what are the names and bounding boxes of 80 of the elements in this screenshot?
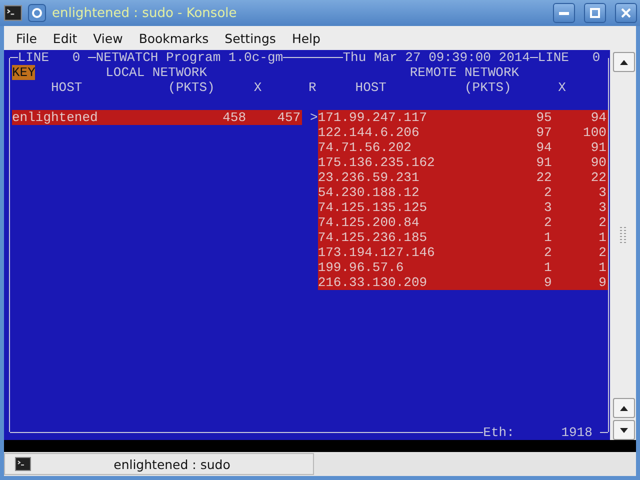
host-name: 74.125.135.125 bbox=[318, 200, 428, 215]
session-tab[interactable]: enlightened : sudo bbox=[4, 453, 314, 475]
cursor-marker: > bbox=[310, 110, 318, 125]
menu-item[interactable]: Help bbox=[284, 30, 328, 46]
packet-count: 2 bbox=[543, 185, 552, 200]
scroll-up-button[interactable] bbox=[613, 52, 636, 72]
host-name: 54.230.188.12 bbox=[318, 185, 420, 200]
packet-count: 95 bbox=[535, 110, 552, 125]
x-count: 1 bbox=[598, 260, 606, 275]
host-name: 74.125.200.84 bbox=[318, 215, 420, 230]
host-name: 23.236.59.231 bbox=[318, 170, 420, 185]
host-name: 74.125.236.185 bbox=[318, 230, 428, 245]
host-name: 216.33.130.209 bbox=[318, 275, 428, 290]
column-header: (PKTS) bbox=[168, 80, 215, 95]
line-label: LINE 0 bbox=[18, 50, 80, 65]
packet-count: 94 bbox=[535, 140, 552, 155]
close-icon bbox=[621, 8, 631, 18]
x-count: 457 bbox=[276, 110, 301, 125]
x-count: 3 bbox=[598, 185, 606, 200]
terminal-icon bbox=[4, 5, 22, 21]
pin-icon[interactable] bbox=[28, 4, 46, 22]
x-count: 2 bbox=[598, 245, 606, 260]
scroll-down-button[interactable] bbox=[613, 420, 636, 440]
scrollbar[interactable] bbox=[612, 50, 636, 440]
host-name: 171.99.247.117 bbox=[318, 110, 428, 125]
key-label: KEY bbox=[12, 65, 36, 80]
packet-count: 458 bbox=[222, 110, 246, 125]
menu-item[interactable]: File bbox=[8, 30, 45, 46]
terminal-icon bbox=[15, 457, 31, 471]
window-title: enlightened : sudo - Konsole bbox=[52, 6, 238, 20]
column-header: (PKTS) bbox=[464, 80, 512, 95]
packet-count: 22 bbox=[535, 170, 552, 185]
column-header: X bbox=[254, 80, 262, 95]
packet-count: 2 bbox=[543, 245, 552, 260]
scroll-up-button[interactable] bbox=[613, 398, 636, 418]
up-arrow-icon bbox=[620, 406, 628, 410]
line-label: LINE 0 bbox=[538, 50, 600, 65]
host-name: enlightened bbox=[12, 110, 99, 125]
maximize-button[interactable] bbox=[584, 3, 606, 23]
x-count: 90 bbox=[590, 155, 606, 170]
column-header: R bbox=[308, 80, 316, 95]
footer-label: Eth: bbox=[483, 425, 514, 440]
x-count: 3 bbox=[598, 200, 606, 215]
host-name: 175.136.235.162 bbox=[318, 155, 436, 170]
minimize-icon bbox=[559, 12, 569, 14]
column-header: X bbox=[558, 80, 566, 95]
packet-count: 9 bbox=[543, 275, 552, 290]
packet-count: 2 bbox=[543, 215, 552, 230]
maximize-icon bbox=[590, 8, 600, 18]
host-name: 199.96.57.6 bbox=[318, 260, 405, 275]
x-count: 2 bbox=[598, 215, 606, 230]
x-count: 100 bbox=[582, 125, 606, 140]
packet-count: 3 bbox=[543, 200, 552, 215]
host-name: 74.71.56.202 bbox=[318, 140, 412, 155]
menu-item[interactable]: Edit bbox=[44, 30, 86, 46]
x-count: 94 bbox=[590, 110, 606, 125]
x-count: 22 bbox=[590, 170, 606, 185]
host-name: 122.144.6.206 bbox=[318, 125, 420, 140]
up-arrow-icon bbox=[620, 60, 628, 64]
menu-item[interactable]: View bbox=[85, 30, 131, 46]
close-button[interactable] bbox=[615, 3, 637, 23]
x-count: 1 bbox=[598, 230, 606, 245]
packet-count: 97 bbox=[535, 125, 552, 140]
packet-count: 91 bbox=[535, 155, 552, 170]
x-count: 91 bbox=[590, 140, 606, 155]
program-title: NETWATCH Program 1.0c-gm bbox=[96, 50, 284, 65]
down-arrow-icon bbox=[620, 428, 628, 432]
column-header: HOST bbox=[51, 80, 82, 95]
host-name: 173.194.127.146 bbox=[318, 245, 436, 260]
date-time: Thu Mar 27 09:39:00 2014 bbox=[342, 50, 530, 65]
x-count: 9 bbox=[598, 275, 606, 290]
menu-item[interactable]: Bookmarks bbox=[130, 30, 217, 46]
footer-value: 1918 bbox=[561, 425, 592, 440]
packet-count: 1 bbox=[543, 260, 552, 275]
packet-count: 1 bbox=[543, 230, 552, 245]
remote-network-title: REMOTE NETWORK bbox=[410, 65, 520, 80]
column-header: HOST bbox=[355, 80, 386, 95]
minimize-button[interactable] bbox=[553, 3, 575, 23]
local-network-title: LOCAL NETWORK bbox=[106, 65, 208, 80]
menu-item[interactable]: Settings bbox=[216, 30, 284, 46]
